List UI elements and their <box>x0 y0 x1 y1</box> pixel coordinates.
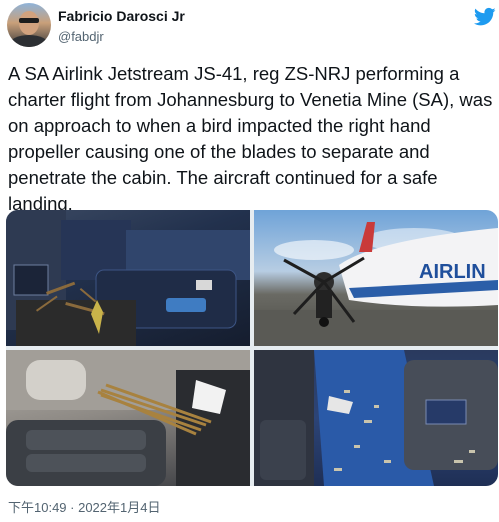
aircraft-livery-text: AIRLIN <box>419 261 486 283</box>
aircraft-illustration: AIRLIN <box>254 222 498 346</box>
user-handle[interactable]: @fabdjr <box>58 29 104 44</box>
avatar-face <box>19 11 39 35</box>
photo-aircraft[interactable]: AIRLIN <box>254 210 498 346</box>
photo-aisle-debris[interactable] <box>254 350 498 486</box>
bird-logo-icon <box>474 7 496 26</box>
avatar-shoulders <box>9 35 49 47</box>
cabin-seats-illustration <box>6 210 250 346</box>
tweet-text: A SA Airlink Jetstream JS-41, reg ZS-NRJ… <box>8 63 493 214</box>
tweet-timestamp[interactable]: 下午10:49 · 2022年1月4日 <box>8 497 160 516</box>
user-name[interactable]: Fabricio Darosci Jr <box>58 8 185 24</box>
photo-cabin-seats[interactable] <box>6 210 250 346</box>
photo-seat-with-propeller-piece[interactable] <box>6 350 250 486</box>
seat-illustration <box>6 350 250 486</box>
avatar-glasses <box>19 18 39 23</box>
media-grid: AIRLIN <box>6 210 498 486</box>
tweet-card: Fabricio Darosci Jr @fabdjr A SA Airlink… <box>0 0 499 522</box>
avatar[interactable] <box>7 3 51 47</box>
aisle-illustration <box>254 350 498 486</box>
